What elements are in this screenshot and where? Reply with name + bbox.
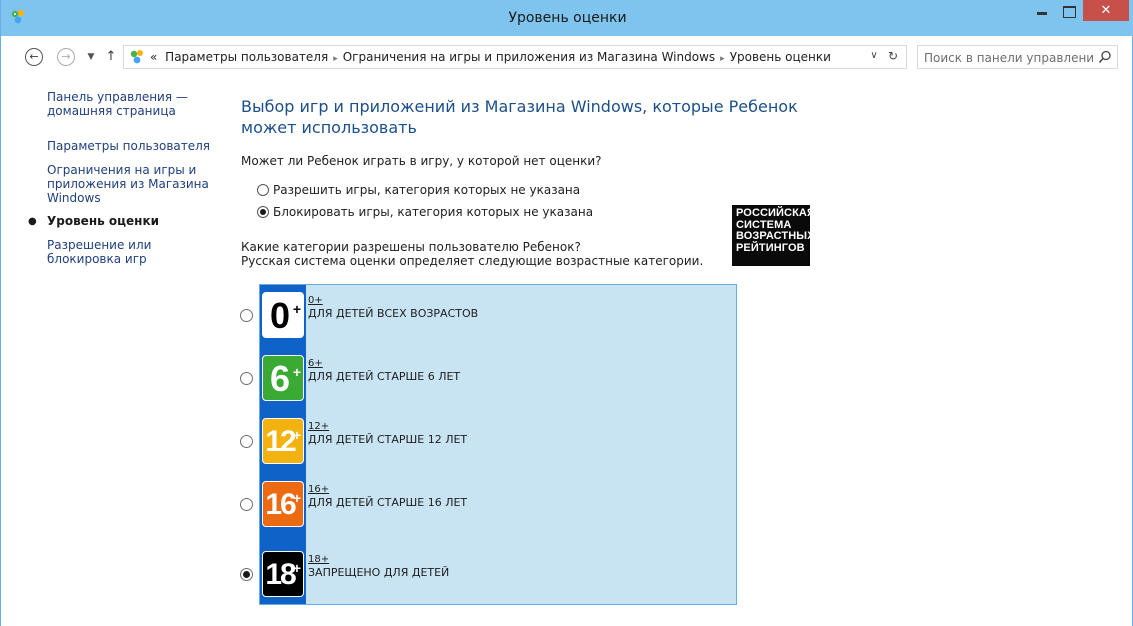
rating-row-12plus[interactable]: 12 + 12+ ДЛЯ ДЕТЕЙ СТАРШЕ 12 ЛЕТ <box>240 418 680 464</box>
title-bar[interactable]: Уровень оценки ✕ <box>1 0 1133 36</box>
status-bar <box>1 618 1132 626</box>
close-button[interactable]: ✕ <box>1083 0 1129 21</box>
breadcrumb-item-user-settings[interactable]: Параметры пользователя <box>165 50 328 64</box>
sidebar-item-control-panel-home[interactable]: Панель управления — домашняя страница <box>47 90 215 118</box>
rating-badge-6plus: 6 + <box>262 355 304 401</box>
sidebar-item-rating-level[interactable]: Уровень оценки <box>47 214 215 228</box>
rating-code[interactable]: 0+ <box>308 295 323 306</box>
search-icon[interactable] <box>1098 50 1112 64</box>
sidebar-item-store-restrictions[interactable]: Ограничения на игры и приложения из Мага… <box>47 163 215 205</box>
rating-radio-12plus[interactable] <box>240 435 253 448</box>
sidebar-item-user-settings[interactable]: Параметры пользователя <box>47 139 215 153</box>
rating-row-16plus[interactable]: 16 + 16+ ДЛЯ ДЕТЕЙ СТАРШЕ 16 ЛЕТ <box>240 481 680 527</box>
rating-description: ЗАПРЕЩЕНО ДЛЯ ДЕТЕЙ <box>308 566 450 579</box>
rating-row-18plus[interactable]: 18 + 18+ ЗАПРЕЩЕНО ДЛЯ ДЕТЕЙ <box>240 551 680 597</box>
rating-badge-12plus: 12 + <box>262 418 304 464</box>
breadcrumb-item-store-restrictions[interactable]: Ограничения на игры и приложения из Мага… <box>343 50 715 64</box>
search-input[interactable] <box>924 49 1094 66</box>
family-safety-icon <box>130 50 143 64</box>
breadcrumb: « Параметры пользователя ▸ Ограничения на … <box>150 50 831 64</box>
maximize-button[interactable] <box>1056 3 1082 25</box>
page-title: Выбор игр и приложений из Магазина Windo… <box>241 97 798 137</box>
rating-radio-0plus[interactable] <box>240 309 253 322</box>
rating-radio-16plus[interactable] <box>240 498 253 511</box>
breadcrumb-separator-icon[interactable]: ▸ <box>720 54 725 64</box>
rating-description: ДЛЯ ДЕТЕЙ СТАРШЕ 6 ЛЕТ <box>308 370 461 383</box>
allow-unrated-radio[interactable] <box>257 184 269 196</box>
rating-row-6plus[interactable]: 6 + 6+ ДЛЯ ДЕТЕЙ СТАРШЕ 6 ЛЕТ <box>240 355 680 401</box>
rating-description: ДЛЯ ДЕТЕЙ ВСЕХ ВОЗРАСТОВ <box>308 307 479 320</box>
rating-badge-18plus: 18 + <box>262 551 304 597</box>
navigation-bar: ← → ▼ ↑ « Параметры пользователя ▸ Огранич… <box>1 36 1132 76</box>
badge-plus: + <box>292 490 301 506</box>
categories-question-note: Русская система оценки определяет следую… <box>241 254 704 268</box>
block-unrated-option[interactable]: Блокировать игры, категория которых не у… <box>257 205 593 219</box>
rating-radio-6plus[interactable] <box>240 372 253 385</box>
rating-description: ДЛЯ ДЕТЕЙ СТАРШЕ 16 ЛЕТ <box>308 496 468 509</box>
control-panel-window: Уровень оценки ✕ ← → ▼ ↑ « Параметры пол… <box>0 0 1133 626</box>
badge-plus: + <box>292 301 301 317</box>
rating-row-0plus[interactable]: 0 + 0+ ДЛЯ ДЕТЕЙ ВСЕХ ВОЗРАСТОВ <box>240 292 680 338</box>
block-unrated-radio[interactable] <box>257 206 269 218</box>
main-content: Выбор игр и приложений из Магазина Windo… <box>240 76 1121 616</box>
search-box[interactable] <box>917 45 1118 69</box>
rating-system-logo: РОССИЙСКАЯ СИСТЕМА ВОЗРАСТНЫХ РЕЙТИНГОВ <box>732 205 815 266</box>
rating-description: ДЛЯ ДЕТЕЙ СТАРШЕ 12 ЛЕТ <box>308 433 468 446</box>
badge-plus: + <box>292 427 301 443</box>
rating-badge-16plus: 16 + <box>262 481 304 527</box>
allow-unrated-option[interactable]: Разрешить игры, категория которых не ука… <box>257 183 580 197</box>
logo-line: РЕЙТИНГОВ <box>736 241 805 254</box>
rating-code[interactable]: 6+ <box>308 358 323 369</box>
breadcrumb-separator-icon[interactable]: ▸ <box>333 54 338 64</box>
block-unrated-label: Блокировать игры, категория которых не у… <box>273 205 594 219</box>
rating-code[interactable]: 16+ <box>308 484 329 495</box>
breadcrumb-overflow[interactable]: « <box>150 50 157 64</box>
forward-arrow-icon[interactable]: → <box>57 48 75 66</box>
up-arrow-icon[interactable]: ↑ <box>104 49 118 65</box>
rating-code[interactable]: 18+ <box>308 554 329 565</box>
sidebar: Панель управления — домашняя страница Па… <box>1 76 221 626</box>
rating-categories-panel: 0 + 0+ ДЛЯ ДЕТЕЙ ВСЕХ ВОЗРАСТОВ 6 + 6+ Д… <box>240 284 737 605</box>
recent-locations-chevron-icon[interactable]: ▼ <box>85 49 97 65</box>
categories-question-text: Какие категории разрешены пользователю Р… <box>241 240 581 254</box>
current-page-bullet-icon: ● <box>28 216 37 227</box>
badge-plus: + <box>292 364 301 380</box>
allow-unrated-label: Разрешить игры, категория которых не ука… <box>273 183 581 197</box>
sidebar-item-allow-block-games[interactable]: Разрешение или блокировка игр <box>47 238 215 266</box>
rating-radio-18plus[interactable] <box>240 568 253 581</box>
refresh-icon[interactable]: ↻ <box>886 49 900 63</box>
unrated-question: Может ли Ребенок играть в игру, у которо… <box>241 154 602 168</box>
address-dropdown-icon[interactable]: ∨ <box>867 50 881 61</box>
logo-line: РОССИЙСКАЯ <box>736 207 815 219</box>
address-bar[interactable]: « Параметры пользователя ▸ Ограничения на … <box>123 45 907 69</box>
logo-line: ВОЗРАСТНЫХ <box>736 230 815 242</box>
back-arrow-icon[interactable]: ← <box>25 48 43 66</box>
window-title: Уровень оценки <box>508 10 627 26</box>
minimize-button[interactable] <box>1029 3 1055 25</box>
rating-code[interactable]: 12+ <box>308 421 329 432</box>
categories-question: Какие категории разрешены пользователю Р… <box>241 240 703 268</box>
rating-badge-0plus: 0 + <box>262 292 304 338</box>
breadcrumb-item-rating-level[interactable]: Уровень оценки <box>730 50 831 64</box>
badge-plus: + <box>292 560 301 576</box>
